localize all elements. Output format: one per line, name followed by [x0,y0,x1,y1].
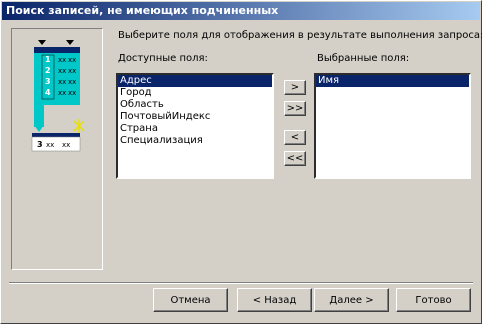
diagram-cell: xx [58,56,66,64]
list-item[interactable]: Адрес [118,75,272,87]
list-item[interactable]: Специализация [118,135,272,147]
selected-fields-list[interactable]: Имя [314,73,471,179]
instruction-text: Выберите поля для отображения в результа… [118,30,482,41]
diagram-cell: xx [46,141,54,149]
remove-all-button[interactable]: << [284,151,306,166]
wizard-illustration: 1 xx xx 2 xx xx 3 xx xx 4 xx xx 3 xx xx [11,28,103,270]
add-all-button[interactable]: >> [284,101,306,116]
wizard-window: Поиск записей, не имеющих подчиненных 1x… [0,0,482,324]
diagram-cell: xx [58,67,66,75]
remove-one-button[interactable]: < [284,130,306,145]
list-item[interactable]: Страна [118,123,272,135]
diagram-cell: xx [58,78,66,86]
table-diagram-icon: 1 xx xx2 xx xx3 xx xx4 xx xx 3 xx xx [31,40,85,152]
diagram-row-number: 3 [45,77,51,86]
diagram-row-number: 4 [45,88,51,97]
back-button[interactable]: < Назад [237,288,312,312]
finish-button[interactable]: Готово [396,288,471,312]
footer-separator [9,282,473,284]
diagram-cell: xx [68,89,76,97]
bottom-row-number: 3 [37,140,43,149]
add-one-button[interactable]: > [284,80,306,95]
diagram-cell: xx [68,56,76,64]
selected-fields-label: Выбранные поля: [317,53,410,64]
list-item[interactable]: Город [118,87,272,99]
diagram-cell: xx [68,67,76,75]
list-item[interactable]: ПочтовыйИндекс [118,111,272,123]
title-bar: Поиск записей, не имеющих подчиненных [2,2,480,20]
diagram-cell: xx [68,78,76,86]
available-fields-list[interactable]: Адрес Город Область ПочтовыйИндекс Страна Спе… [116,73,274,179]
cancel-button[interactable]: Отмена [153,288,228,312]
list-item[interactable]: Область [118,99,272,111]
list-item[interactable]: Имя [316,75,469,87]
diagram-cell: xx [58,89,66,97]
diagram-row-number: 2 [45,66,51,75]
diagram-row-number: 1 [45,55,51,64]
next-button[interactable]: Далее > [314,288,389,312]
available-fields-label: Доступные поля: [118,53,208,64]
diagram-cell: xx [62,141,70,149]
